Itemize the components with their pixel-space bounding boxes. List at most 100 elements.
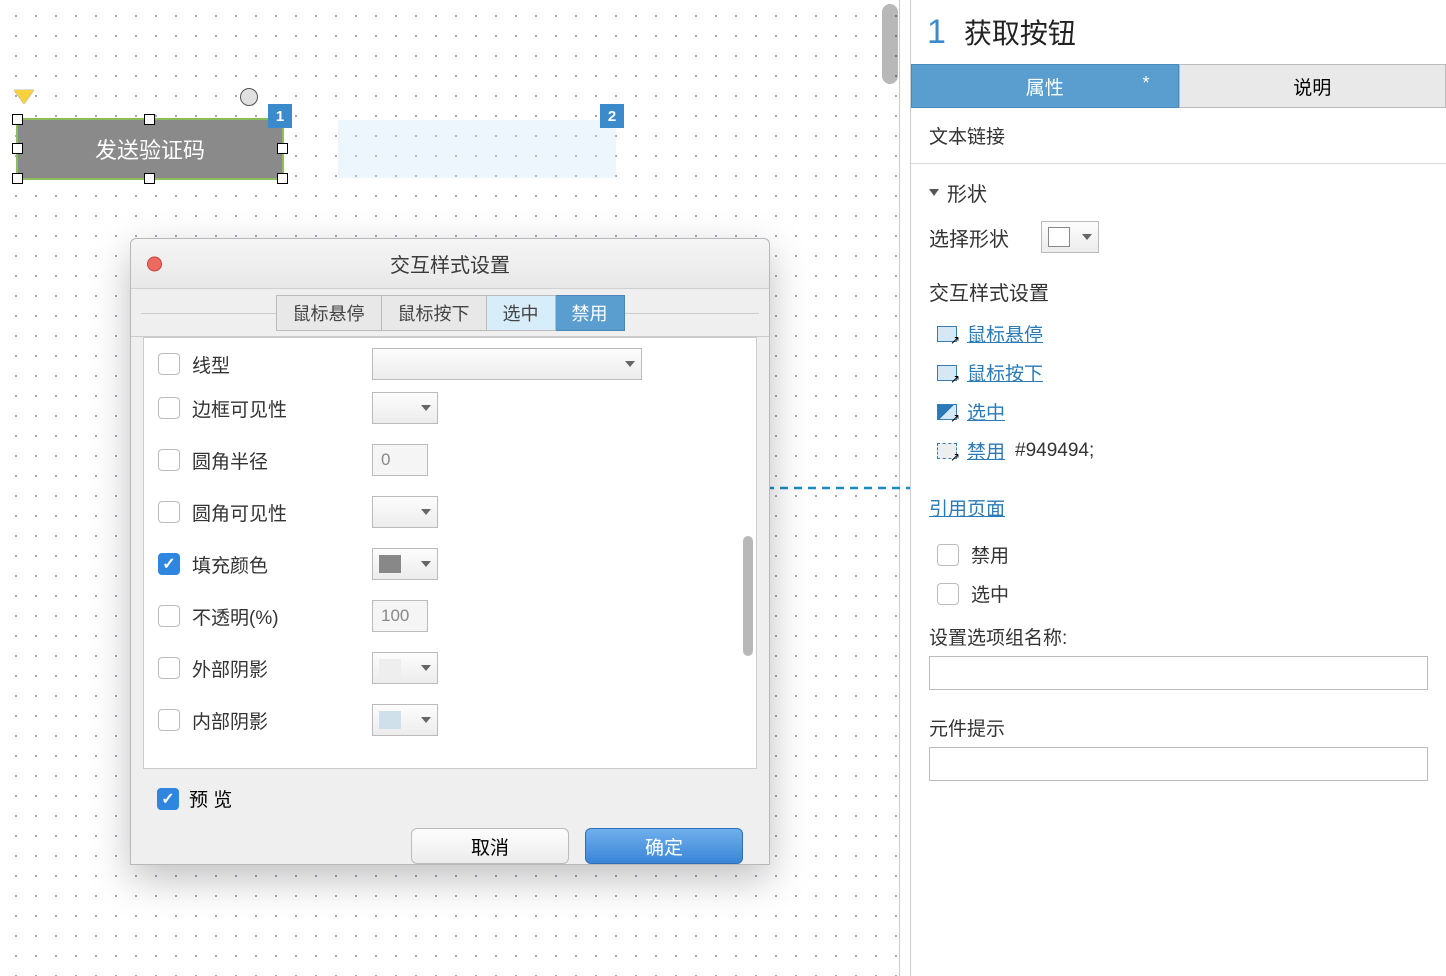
- link-selected-style[interactable]: 选中: [937, 392, 1428, 431]
- ghost-widget[interactable]: [338, 120, 616, 178]
- label-fill-color: 填充颜色: [192, 551, 372, 578]
- corner-visible-dropdown[interactable]: [372, 496, 438, 528]
- reference-page-link[interactable]: 引用页面: [929, 488, 1428, 527]
- link-hover-style[interactable]: 鼠标悬停: [937, 314, 1428, 353]
- tab-hover[interactable]: 鼠标悬停: [276, 295, 382, 331]
- checkbox-inner-shadow[interactable]: [158, 709, 180, 731]
- label-border-visible: 边框可见性: [192, 395, 372, 422]
- label-corner-radius: 圆角半径: [192, 447, 372, 474]
- text-link-label: 文本链接: [929, 127, 1005, 148]
- tooltip-label: 元件提示: [929, 704, 1428, 747]
- cancel-button[interactable]: 取消: [411, 828, 569, 864]
- label-preview: 预 览: [189, 785, 232, 812]
- selected-style-icon: [937, 404, 957, 420]
- reference-page-label: 引用页面: [929, 494, 1005, 521]
- dialog-body: 线型 边框可见性 圆角半径 圆角可见性 填充颜色 不透明(%): [143, 337, 757, 769]
- resize-handle[interactable]: [277, 173, 288, 184]
- opacity-input[interactable]: [372, 600, 428, 632]
- resize-handle[interactable]: [12, 114, 23, 125]
- tab-selected[interactable]: 选中: [487, 295, 556, 331]
- hover-style-icon: [937, 326, 957, 342]
- shape-section-label: 形状: [947, 178, 987, 207]
- canvas-scrollbar[interactable]: [882, 4, 898, 84]
- annotation-badge-1: 1: [268, 104, 292, 128]
- link-selected-label: 选中: [967, 398, 1005, 425]
- checkbox-selected-state[interactable]: [937, 583, 959, 605]
- line-style-dropdown[interactable]: [372, 348, 642, 380]
- prop-row-opacity: 不透明(%): [158, 590, 742, 642]
- link-mousedown-label: 鼠标按下: [967, 359, 1043, 386]
- resize-handle[interactable]: [12, 173, 23, 184]
- prop-row-border-visible: 边框可见性: [158, 382, 742, 434]
- label-opacity: 不透明(%): [192, 603, 372, 630]
- chevron-down-icon: [1082, 234, 1092, 240]
- disabled-style-icon: [937, 443, 957, 459]
- tooltip-input[interactable]: [929, 747, 1428, 781]
- resize-handle[interactable]: [277, 143, 288, 154]
- fill-color-picker[interactable]: [372, 548, 438, 580]
- shape-section: 形状 选择形状 交互样式设置 鼠标悬停 鼠标按下 选中: [911, 164, 1446, 795]
- preview-row: 预 览: [131, 769, 769, 828]
- mousedown-style-icon: [937, 365, 957, 381]
- prop-row-corner-radius: 圆角半径: [158, 434, 742, 486]
- label-line-style: 线型: [192, 351, 372, 378]
- resize-handle[interactable]: [144, 114, 155, 125]
- chevron-down-icon: [929, 189, 939, 196]
- checkbox-disabled-label: 禁用: [971, 541, 1009, 568]
- interaction-style-dialog: 交互样式设置 鼠标悬停 鼠标按下 选中 禁用 线型 边框可见性 圆角半径 圆角可…: [130, 238, 770, 865]
- checkbox-corner-visible[interactable]: [158, 501, 180, 523]
- shape-rect-icon: [1048, 227, 1070, 247]
- prop-row-outer-shadow: 外部阴影: [158, 642, 742, 694]
- widget-number: 1: [927, 13, 946, 52]
- close-icon[interactable]: [147, 256, 162, 271]
- selected-checkbox-row: 选中: [937, 574, 1428, 613]
- outer-shadow-dropdown[interactable]: [372, 652, 438, 684]
- prop-row-corner-visible: 圆角可见性: [158, 486, 742, 538]
- inner-shadow-dropdown[interactable]: [372, 704, 438, 736]
- label-corner-visible: 圆角可见性: [192, 499, 372, 526]
- checkbox-disabled-state[interactable]: [937, 544, 959, 566]
- dirty-indicator: *: [1142, 73, 1149, 94]
- checkbox-line-style[interactable]: [158, 353, 180, 375]
- inspector-header: 1 获取按钮: [911, 0, 1446, 64]
- widget-title: 获取按钮: [964, 12, 1076, 52]
- checkbox-selected-label: 选中: [971, 580, 1009, 607]
- link-disabled-style[interactable]: 禁用: [967, 437, 1005, 464]
- resize-handle[interactable]: [12, 143, 23, 154]
- dialog-body-scrollbar[interactable]: [743, 536, 753, 656]
- checkbox-fill-color[interactable]: [158, 553, 180, 575]
- group-name-input[interactable]: [929, 656, 1428, 690]
- prop-row-fill-color: 填充颜色: [158, 538, 742, 590]
- tab-notes[interactable]: 说明: [1179, 64, 1446, 108]
- link-hover-label: 鼠标悬停: [967, 320, 1043, 347]
- ok-button[interactable]: 确定: [585, 828, 743, 864]
- link-disabled-style-row: 禁用 #949494;: [937, 431, 1428, 470]
- inspector-tabs: 属性 * 说明: [911, 64, 1446, 108]
- corner-radius-input[interactable]: [372, 444, 428, 476]
- tab-properties[interactable]: 属性 *: [911, 64, 1179, 108]
- group-name-label: 设置选项组名称:: [929, 613, 1428, 656]
- shape-section-header[interactable]: 形状: [929, 178, 1428, 207]
- checkbox-opacity[interactable]: [158, 605, 180, 627]
- prop-row-inner-shadow: 内部阴影: [158, 694, 742, 746]
- tab-properties-label: 属性: [1026, 73, 1064, 100]
- tab-disabled[interactable]: 禁用: [556, 295, 625, 331]
- checkbox-outer-shadow[interactable]: [158, 657, 180, 679]
- selected-button-widget[interactable]: 发送验证码: [16, 118, 284, 180]
- resize-handle[interactable]: [144, 173, 155, 184]
- tab-mousedown[interactable]: 鼠标按下: [382, 295, 487, 331]
- link-mousedown-style[interactable]: 鼠标按下: [937, 353, 1428, 392]
- selected-widget-label: 发送验证码: [95, 133, 205, 165]
- checkbox-preview[interactable]: [157, 788, 179, 810]
- dialog-title: 交互样式设置: [390, 249, 510, 278]
- dialog-titlebar[interactable]: 交互样式设置: [131, 239, 769, 289]
- shape-picker[interactable]: [1041, 221, 1099, 253]
- checkbox-border-visible[interactable]: [158, 397, 180, 419]
- anchor-circle-icon: [240, 88, 258, 106]
- checkbox-corner-radius[interactable]: [158, 449, 180, 471]
- dialog-button-row: 取消 确定: [131, 828, 769, 864]
- link-disabled-label: 禁用: [967, 437, 1005, 464]
- border-visible-dropdown[interactable]: [372, 392, 438, 424]
- prop-row-line-style: 线型: [158, 346, 742, 382]
- disabled-checkbox-row: 禁用: [937, 535, 1428, 574]
